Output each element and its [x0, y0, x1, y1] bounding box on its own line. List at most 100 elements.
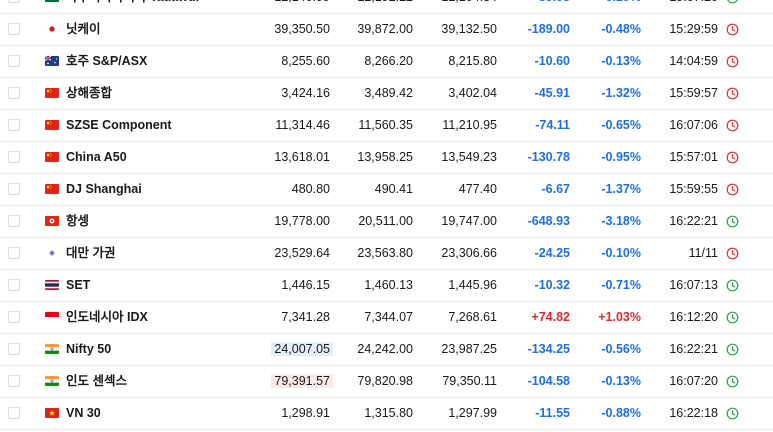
row-checkbox[interactable]: [8, 0, 20, 3]
update-time: 16:07:06: [669, 118, 718, 132]
low-price: 23,306.66: [441, 246, 497, 260]
update-time: 15:29:59: [669, 22, 718, 36]
update-time: 15:57:01: [669, 150, 718, 164]
table-row[interactable]: 상해종합 3,424.16 3,489.42 3,402.04 -45.91 -1.32%…: [0, 78, 773, 110]
last-price: 12,140.99: [274, 0, 330, 4]
table-row[interactable]: 항셍 19,778.00 20,511.00 19,747.00 -648.93 -3.1…: [0, 206, 773, 238]
index-name-link[interactable]: Nifty 50: [66, 334, 111, 365]
table-row[interactable]: DJ Shanghai 480.80 490.41 477.40 -6.67 -1.37%…: [0, 174, 773, 206]
row-checkbox[interactable]: [8, 119, 20, 131]
change-percent: -0.88%: [601, 406, 641, 420]
index-name-link[interactable]: 사우디아라비아 Tadawul: [66, 0, 199, 13]
change-value: -35.93: [535, 0, 570, 13]
row-checkbox[interactable]: [8, 279, 20, 291]
row-checkbox[interactable]: [8, 247, 20, 259]
row-checkbox[interactable]: [8, 23, 20, 35]
index-name-link[interactable]: 인도 센섹스: [66, 366, 127, 397]
row-checkbox[interactable]: [8, 311, 20, 323]
table-row[interactable]: SET 1,446.15 1,460.13 1,445.96 -10.32 -0.71% 1…: [0, 270, 773, 302]
table-row[interactable]: Nifty 50 24,007.05 24,242.00 23,987.25 -134.…: [0, 334, 773, 366]
clock-icon: [726, 55, 739, 68]
table-row[interactable]: 호주 S&P/ASX 8,255.60 8,266.20 8,215.80 -10.60…: [0, 46, 773, 78]
change-percent: -0.10%: [601, 246, 641, 260]
row-checkbox[interactable]: [8, 183, 20, 195]
high-price: 11,560.35: [358, 118, 413, 132]
high-price: 39,872.00: [357, 22, 413, 36]
flag-icon-id: [45, 312, 59, 322]
change-percent: -3.18%: [601, 214, 641, 228]
change-value: -24.25: [534, 246, 570, 260]
index-name-link[interactable]: 닛케이: [66, 14, 101, 45]
row-checkbox[interactable]: [8, 215, 20, 227]
low-price: 3,402.04: [448, 86, 497, 100]
flag-icon-cn: [45, 120, 59, 130]
table-row[interactable]: SZSE Component 11,314.46 11,560.35 11,210.9…: [0, 110, 773, 142]
table-row[interactable]: 사우디아라비아 Tadawul 12,140.99 12,192.22 12,104.…: [0, 0, 773, 14]
change-percent: -0.29%: [601, 0, 641, 13]
index-name-link[interactable]: 인도네시아 IDX: [66, 302, 148, 333]
change-value: -74.11: [535, 118, 570, 132]
clock-icon: [726, 343, 739, 356]
clock-icon: [726, 23, 739, 36]
update-time: 16:22:18: [669, 406, 718, 420]
clock-icon: [726, 215, 739, 228]
change-percent: -0.65%: [601, 118, 641, 132]
index-name-link[interactable]: DJ Shanghai: [66, 174, 142, 205]
clock-icon: [726, 119, 739, 132]
flag-icon-in: [45, 344, 59, 354]
high-price: 7,344.07: [364, 310, 413, 324]
index-name-link[interactable]: VN 30: [66, 398, 101, 429]
clock-icon: [726, 151, 739, 164]
table-row[interactable]: 인도 센섹스 79,391.57 79,820.98 79,350.11 -104.58…: [0, 366, 773, 398]
low-price: 23,987.25: [441, 342, 497, 356]
last-price: 7,341.28: [281, 310, 330, 324]
row-checkbox[interactable]: [8, 87, 20, 99]
row-checkbox[interactable]: [8, 151, 20, 163]
last-price: 480.80: [291, 182, 330, 196]
clock-icon: [726, 407, 739, 420]
flag-icon-jp: [45, 24, 59, 34]
table-row[interactable]: 대만 가권 23,529.64 23,563.80 23,306.66 -24.25 -0…: [0, 238, 773, 270]
change-value: -6.67: [541, 182, 571, 196]
index-name-link[interactable]: 호주 S&P/ASX: [66, 46, 147, 77]
index-name-link[interactable]: SET: [66, 270, 90, 301]
row-checkbox[interactable]: [8, 407, 20, 419]
high-price: 20,511.00: [358, 214, 413, 228]
low-price: 1,297.99: [448, 406, 497, 420]
change-percent: -0.95%: [601, 150, 641, 164]
table-row[interactable]: China A50 13,618.01 13,958.25 13,549.23 -130…: [0, 142, 773, 174]
high-price: 79,820.98: [357, 374, 413, 388]
change-value: -10.60: [534, 54, 570, 68]
flag-icon-sa: [45, 0, 59, 2]
row-checkbox[interactable]: [8, 55, 20, 67]
low-price: 1,445.96: [448, 278, 497, 292]
change-percent: -0.48%: [601, 22, 641, 36]
high-price: 490.41: [374, 182, 413, 196]
row-checkbox[interactable]: [8, 343, 20, 355]
clock-icon: [726, 247, 739, 260]
change-percent: -1.37%: [601, 182, 641, 196]
index-name-link[interactable]: SZSE Component: [66, 110, 172, 141]
table-row[interactable]: 닛케이 39,350.50 39,872.00 39,132.50 -189.00 -0.…: [0, 14, 773, 46]
flag-icon-th: [45, 280, 59, 290]
low-price: 8,215.80: [448, 54, 497, 68]
change-value: -134.25: [527, 342, 570, 356]
change-value: -11.55: [535, 406, 570, 420]
index-name-link[interactable]: 대만 가권: [66, 238, 115, 269]
row-checkbox[interactable]: [8, 375, 20, 387]
last-price: 23,529.64: [274, 246, 330, 260]
high-price: 8,266.20: [364, 54, 413, 68]
last-price: 19,778.00: [274, 214, 330, 228]
index-name-link[interactable]: 상해종합: [66, 78, 112, 109]
table-row[interactable]: 인도네시아 IDX 7,341.28 7,344.07 7,268.61 +74.82 +…: [0, 302, 773, 334]
flag-icon-cn: [45, 88, 59, 98]
table-row[interactable]: VN 30 1,298.91 1,315.80 1,297.99 -11.55 -0.88…: [0, 398, 773, 430]
clock-icon: [726, 311, 739, 324]
low-price: 7,268.61: [448, 310, 497, 324]
change-value: -45.91: [534, 86, 570, 100]
flag-icon-au: [45, 56, 59, 66]
index-name-link[interactable]: 항셍: [66, 206, 89, 237]
index-name-link[interactable]: China A50: [66, 142, 127, 173]
change-value: +74.82: [531, 310, 570, 324]
change-percent: -0.13%: [601, 54, 641, 68]
